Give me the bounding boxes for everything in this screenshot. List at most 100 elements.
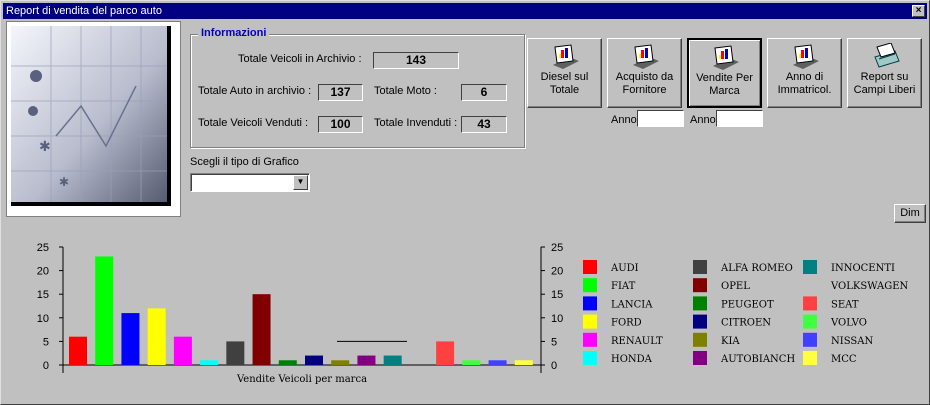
legend-label-renault: RENAULT xyxy=(611,336,663,347)
bar-audi xyxy=(69,336,87,365)
legend-swatch-nissan xyxy=(803,332,817,347)
legend-swatch-citroen xyxy=(693,314,707,329)
bar-nissan xyxy=(488,360,507,365)
diesel-line2: Totale xyxy=(549,84,580,96)
totale-auto-label: Totale Auto in archivio : xyxy=(198,85,312,97)
legend-swatch-mcc xyxy=(803,351,817,365)
totale-venduti-label: Totale Veicoli Venduti : xyxy=(198,117,309,129)
anno-line2: Immatricol. xyxy=(777,84,832,96)
legend-swatch-volvo xyxy=(803,314,817,329)
legend-label-volvo: VOLVO xyxy=(830,318,867,329)
legend-label-honda: HONDA xyxy=(611,354,653,365)
legend-label-autobianch: AUTOBIANCH xyxy=(720,354,795,365)
legend-label-alfa-romeo: ALFA ROMEO xyxy=(720,263,793,274)
report-icon xyxy=(712,45,739,70)
bar-volvo xyxy=(462,360,481,365)
bar-fiat xyxy=(95,256,114,365)
y-tick-label-right: 10 xyxy=(551,313,563,325)
legend-swatch-renault xyxy=(583,332,597,347)
bar-honda xyxy=(200,360,219,365)
legend-label-fiat: FIAT xyxy=(611,281,636,292)
legend-label-citroen: CITROEN xyxy=(721,318,771,329)
y-tick-label-left: 0 xyxy=(43,360,49,372)
legend-label-volkswagen: VOLKSWAGEN xyxy=(830,281,908,292)
anno-line1: Anno di xyxy=(785,71,824,83)
printer-icon xyxy=(873,43,900,68)
anno-label-2: Anno xyxy=(690,114,716,126)
chart-type-select[interactable]: ▼ xyxy=(190,173,310,192)
dim-button[interactable]: Dim xyxy=(894,204,926,223)
legend-swatch-kia xyxy=(693,332,707,347)
totale-invenduti-label: Totale Invenduti : xyxy=(374,117,458,129)
chart-area: 0 0 5 5 10 10 15 15 20 20 25 25 Vendite Veicoli per … xyxy=(7,229,925,401)
legend-label-audi: AUDI xyxy=(610,263,639,274)
bar-innocenti xyxy=(383,355,402,365)
report-campi-liberi-button[interactable]: Report su Campi Liberi xyxy=(847,38,922,108)
anno-label-1: Anno xyxy=(611,114,637,126)
legend-swatch-lancia xyxy=(583,296,597,311)
anno-input-2[interactable] xyxy=(716,110,763,127)
legend-swatch-fiat xyxy=(583,278,597,293)
acquisto-fornitore-button[interactable]: Acquisto da Fornitore xyxy=(607,38,682,108)
totale-invenduti-value: 43 xyxy=(461,116,507,133)
totale-veicoli-value: 143 xyxy=(373,52,459,69)
y-tick-label-left: 10 xyxy=(37,313,49,325)
diesel-line1: Diesel sul xyxy=(540,71,589,83)
legend-label-opel: OPEL xyxy=(721,281,750,292)
close-button[interactable]: × xyxy=(912,5,925,17)
report-line2: Campi Liberi xyxy=(853,84,916,96)
y-tick-label-right: 15 xyxy=(551,289,563,301)
bar-renault xyxy=(173,336,192,365)
legend-label-kia: KIA xyxy=(721,336,740,347)
bar-peugeot xyxy=(278,360,297,365)
bar-autobianch xyxy=(357,355,376,365)
vendite-per-marca-button[interactable]: Vendite Per Marca xyxy=(687,38,762,108)
legend-swatch-seat xyxy=(803,296,817,311)
y-tick-label-left: 15 xyxy=(37,289,49,301)
logo-image: ✱ ✱ xyxy=(11,26,171,206)
bar-chart: 0 0 5 5 10 10 15 15 20 20 25 25 Vendite Veicoli per … xyxy=(37,242,909,385)
bar-ford xyxy=(147,308,166,365)
chart-type-label: Scegli il tipo di Grafico xyxy=(190,156,299,168)
totale-venduti-value: 100 xyxy=(318,116,363,133)
report-icon xyxy=(792,44,819,69)
legend-swatch-alfa-romeo xyxy=(693,260,707,274)
y-tick-label-left: 25 xyxy=(37,242,49,254)
legend-swatch-honda xyxy=(583,351,597,365)
legend-label-innocenti: INNOCENTI xyxy=(831,263,895,274)
logo-image-frame: ✱ ✱ xyxy=(6,21,181,217)
window-title: Report di vendita del parco auto xyxy=(6,5,162,17)
svg-text:✱: ✱ xyxy=(39,139,51,155)
anno-immatricolazione-button[interactable]: Anno di Immatricol. xyxy=(767,38,842,108)
legend-swatch-audi xyxy=(583,260,597,274)
bar-opel xyxy=(252,294,271,365)
bar-alfa-romeo xyxy=(226,341,245,365)
legend-swatch-ford xyxy=(583,314,597,329)
legend-swatch-opel xyxy=(693,278,707,293)
anno-input-1[interactable] xyxy=(637,110,684,127)
legend-label-peugeot: PEUGEOT xyxy=(721,299,774,310)
legend-label-seat: SEAT xyxy=(831,299,859,310)
totale-auto-value: 137 xyxy=(318,84,363,101)
vendite-line1: Vendite Per xyxy=(696,72,753,84)
legend-label-nissan: NISSAN xyxy=(831,336,873,347)
bar-lancia xyxy=(121,313,140,365)
acquisto-line1: Acquisto da xyxy=(615,71,674,83)
totale-veicoli-label: Totale Veicoli in Archivio : xyxy=(238,53,362,65)
bar-mcc xyxy=(514,360,533,365)
report-icon xyxy=(552,44,579,69)
legend-swatch-peugeot xyxy=(693,296,707,311)
legend-label-ford: FORD xyxy=(611,318,642,329)
vendite-line2: Marca xyxy=(709,85,740,97)
report-line1: Report su xyxy=(860,71,909,83)
y-tick-label-right: 5 xyxy=(551,336,557,348)
legend-label-mcc: MCC xyxy=(831,354,857,365)
diesel-sul-totale-button[interactable]: Diesel sul Totale xyxy=(527,38,602,108)
x-axis-label: Vendite Veicoli per marca xyxy=(236,374,367,385)
totale-moto-label: Totale Moto : xyxy=(374,85,437,97)
y-tick-label-left: 20 xyxy=(37,266,49,278)
informazioni-title: Informazioni xyxy=(198,27,270,39)
bar-kia xyxy=(331,360,350,365)
chevron-down-icon[interactable]: ▼ xyxy=(293,175,308,190)
legend-swatch-volkswagen xyxy=(803,278,817,293)
